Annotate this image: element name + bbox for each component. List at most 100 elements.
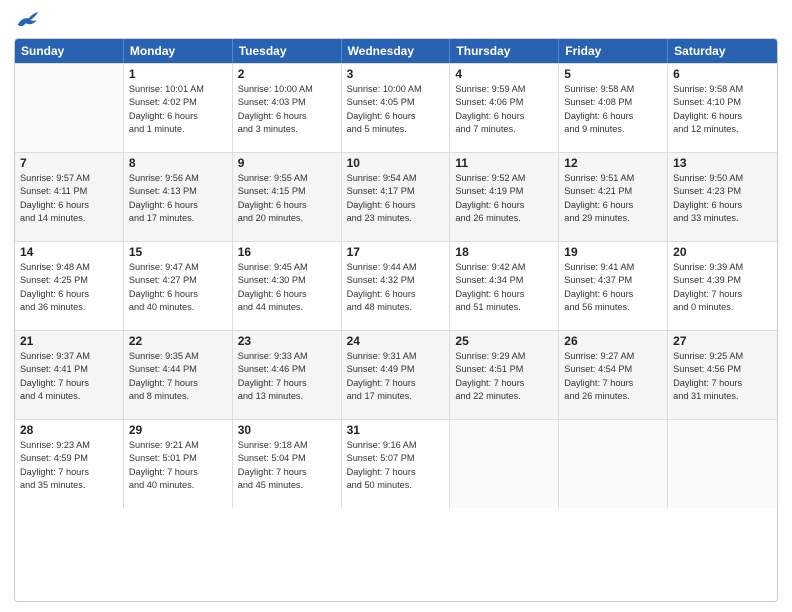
day-number: 3 (347, 67, 445, 81)
day-number: 7 (20, 156, 118, 170)
cell-line: Sunrise: 9:58 AM (673, 83, 772, 96)
cell-line: Sunset: 4:27 PM (129, 274, 227, 287)
calendar-cell: 9Sunrise: 9:55 AMSunset: 4:15 PMDaylight… (233, 153, 342, 241)
cell-line: Daylight: 7 hours (347, 466, 445, 479)
cell-line: Sunrise: 9:33 AM (238, 350, 336, 363)
cell-line: Sunset: 4:30 PM (238, 274, 336, 287)
cell-line: Daylight: 6 hours (347, 288, 445, 301)
header (14, 10, 778, 30)
cell-line: Sunset: 4:46 PM (238, 363, 336, 376)
day-number: 24 (347, 334, 445, 348)
cell-line: Daylight: 7 hours (347, 377, 445, 390)
cell-line: and 48 minutes. (347, 301, 445, 314)
cell-line: Sunrise: 9:44 AM (347, 261, 445, 274)
calendar-cell: 26Sunrise: 9:27 AMSunset: 4:54 PMDayligh… (559, 331, 668, 419)
day-number: 31 (347, 423, 445, 437)
day-number: 8 (129, 156, 227, 170)
cell-line: and 23 minutes. (347, 212, 445, 225)
cell-line: and 17 minutes. (129, 212, 227, 225)
cell-line: Sunset: 4:11 PM (20, 185, 118, 198)
cell-line: and 4 minutes. (20, 390, 118, 403)
cell-line: and 22 minutes. (455, 390, 553, 403)
cell-line: Daylight: 6 hours (347, 110, 445, 123)
calendar-week: 14Sunrise: 9:48 AMSunset: 4:25 PMDayligh… (15, 241, 777, 330)
calendar-cell: 25 Sunrise: 9:29 AMSunset: 4:51 PMDayligh… (450, 331, 559, 419)
cell-line: and 3 minutes. (238, 123, 336, 136)
cell-line: Sunrise: 10:00 AM (347, 83, 445, 96)
cell-line: and 26 minutes. (455, 212, 553, 225)
day-number: 25 (455, 334, 553, 348)
day-number: 19 (564, 245, 662, 259)
cell-line: Sunrise: 9:48 AM (20, 261, 118, 274)
cell-line: Sunrise: 9:58 AM (564, 83, 662, 96)
calendar-cell: 4Sunrise: 9:59 AMSunset: 4:06 PMDaylight… (450, 64, 559, 152)
cell-line: and 50 minutes. (347, 479, 445, 492)
calendar-header-cell: Tuesday (233, 39, 342, 63)
cell-line: and 45 minutes. (238, 479, 336, 492)
cell-line: Sunrise: 9:39 AM (673, 261, 772, 274)
cell-line: and 8 minutes. (129, 390, 227, 403)
cell-line: Sunset: 4:44 PM (129, 363, 227, 376)
cell-line: Sunrise: 9:37 AM (20, 350, 118, 363)
calendar-cell: 6Sunrise: 9:58 AMSunset: 4:10 PMDaylight… (668, 64, 777, 152)
day-number: 17 (347, 245, 445, 259)
cell-line: Sunset: 4:03 PM (238, 96, 336, 109)
cell-line: Sunset: 4:59 PM (20, 452, 118, 465)
calendar-cell: 15Sunrise: 9:47 AMSunset: 4:27 PMDayligh… (124, 242, 233, 330)
calendar-cell: 21Sunrise: 9:37 AMSunset: 4:41 PMDayligh… (15, 331, 124, 419)
cell-line: Sunset: 4:19 PM (455, 185, 553, 198)
day-number: 4 (455, 67, 553, 81)
cell-line: Daylight: 6 hours (238, 110, 336, 123)
cell-line: Sunrise: 9:29 AM (455, 350, 553, 363)
day-number: 27 (673, 334, 772, 348)
cell-line: Sunset: 4:54 PM (564, 363, 662, 376)
cell-line: and 31 minutes. (673, 390, 772, 403)
calendar-cell: 20Sunrise: 9:39 AMSunset: 4:39 PMDayligh… (668, 242, 777, 330)
day-number: 6 (673, 67, 772, 81)
cell-line: Sunrise: 10:00 AM (238, 83, 336, 96)
day-number: 28 (20, 423, 118, 437)
cell-line: and 0 minutes. (673, 301, 772, 314)
cell-line: Sunset: 4:56 PM (673, 363, 772, 376)
cell-line: Daylight: 6 hours (455, 199, 553, 212)
cell-line: and 7 minutes. (455, 123, 553, 136)
cell-line: Sunset: 4:39 PM (673, 274, 772, 287)
cell-line: Daylight: 7 hours (20, 377, 118, 390)
cell-line: Daylight: 6 hours (20, 288, 118, 301)
cell-line: Daylight: 7 hours (129, 377, 227, 390)
cell-line: Daylight: 6 hours (129, 199, 227, 212)
calendar-header: SundayMondayTuesdayWednesdayThursdayFrid… (15, 39, 777, 63)
cell-line: and 35 minutes. (20, 479, 118, 492)
cell-line: and 1 minute. (129, 123, 227, 136)
day-number: 13 (673, 156, 772, 170)
day-number: 16 (238, 245, 336, 259)
cell-line: Sunset: 4:13 PM (129, 185, 227, 198)
cell-line: Sunset: 4:25 PM (20, 274, 118, 287)
day-number: 12 (564, 156, 662, 170)
calendar-cell (559, 420, 668, 508)
calendar-cell: 29Sunrise: 9:21 AMSunset: 5:01 PMDayligh… (124, 420, 233, 508)
cell-line: Sunrise: 9:23 AM (20, 439, 118, 452)
cell-line: and 9 minutes. (564, 123, 662, 136)
cell-line: Sunset: 4:51 PM (455, 363, 553, 376)
cell-line: Sunrise: 9:21 AM (129, 439, 227, 452)
calendar-cell: 8Sunrise: 9:56 AMSunset: 4:13 PMDaylight… (124, 153, 233, 241)
calendar-header-cell: Saturday (668, 39, 777, 63)
cell-line: Sunset: 4:02 PM (129, 96, 227, 109)
calendar-cell: 7Sunrise: 9:57 AMSunset: 4:11 PMDaylight… (15, 153, 124, 241)
calendar-cell: 13Sunrise: 9:50 AMSunset: 4:23 PMDayligh… (668, 153, 777, 241)
calendar-week: 7Sunrise: 9:57 AMSunset: 4:11 PMDaylight… (15, 152, 777, 241)
day-number: 30 (238, 423, 336, 437)
calendar-cell: 12Sunrise: 9:51 AMSunset: 4:21 PMDayligh… (559, 153, 668, 241)
cell-line: Sunrise: 9:35 AM (129, 350, 227, 363)
cell-line: Daylight: 6 hours (564, 199, 662, 212)
cell-line: Daylight: 7 hours (455, 377, 553, 390)
cell-line: Daylight: 6 hours (455, 288, 553, 301)
cell-line: and 40 minutes. (129, 479, 227, 492)
calendar-cell: 30Sunrise: 9:18 AMSunset: 5:04 PMDayligh… (233, 420, 342, 508)
calendar-cell: 23Sunrise: 9:33 AMSunset: 4:46 PMDayligh… (233, 331, 342, 419)
cell-line: Daylight: 6 hours (20, 199, 118, 212)
cell-line: Sunset: 4:10 PM (673, 96, 772, 109)
cell-line: Sunset: 4:32 PM (347, 274, 445, 287)
cell-line: Daylight: 7 hours (673, 288, 772, 301)
